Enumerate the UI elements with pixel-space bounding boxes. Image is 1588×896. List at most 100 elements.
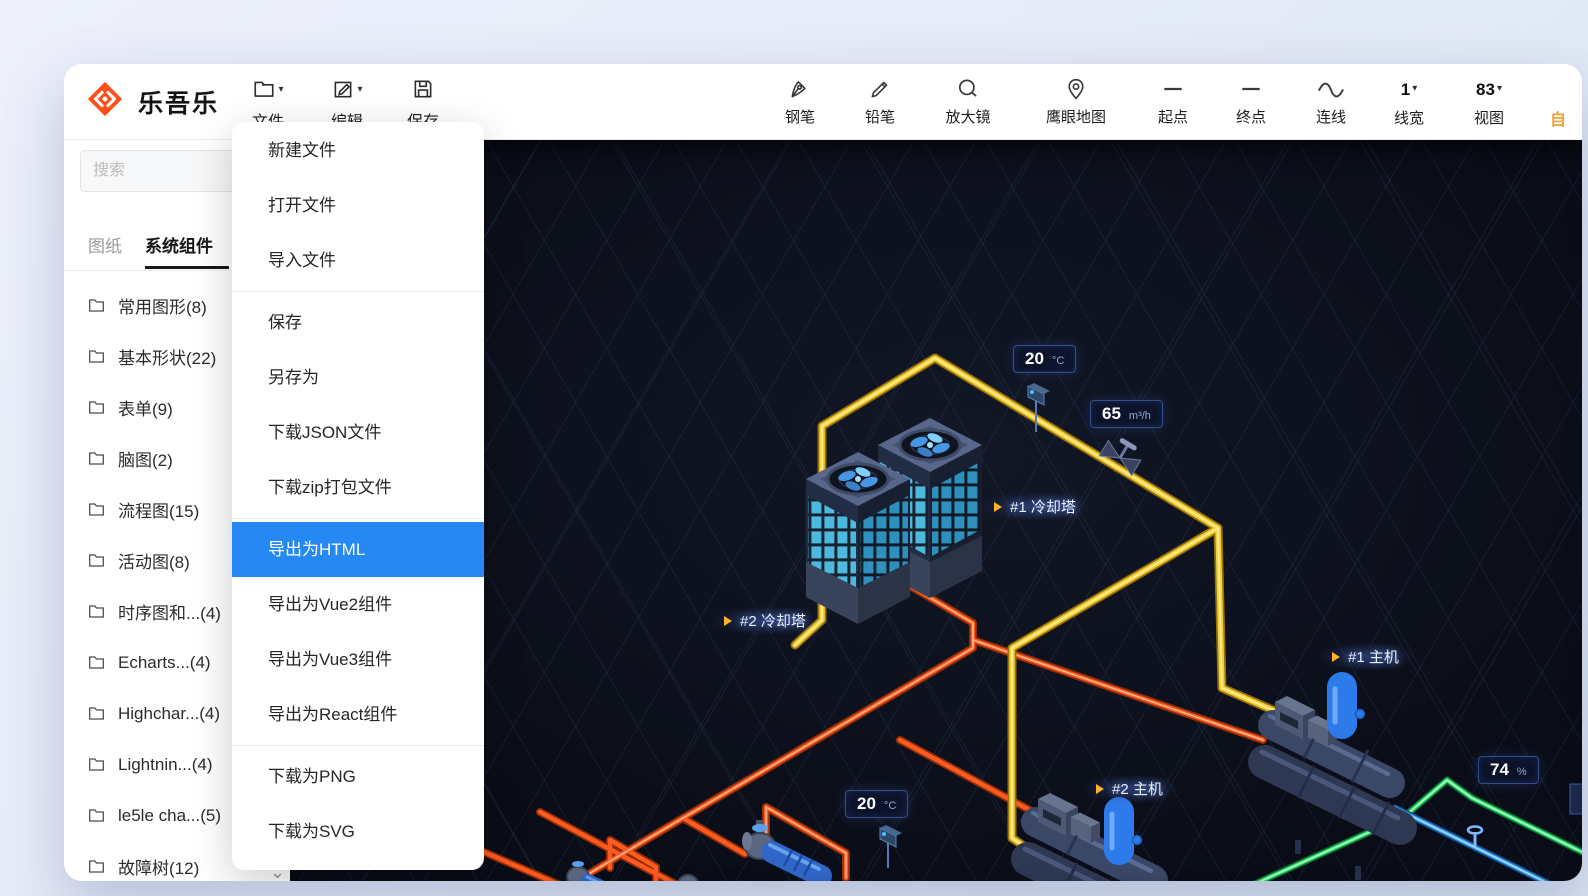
chip-unit: °C: [884, 800, 896, 812]
edit-icon: ▾: [331, 74, 362, 104]
folder-icon: [88, 655, 105, 670]
tool-view[interactable]: 83▾ 视图: [1474, 74, 1504, 128]
tab-underline: [145, 266, 229, 269]
menu-item-open-file[interactable]: 打开文件: [232, 178, 484, 233]
menu-item-import-file[interactable]: 导入文件: [232, 233, 484, 288]
dash-icon: [1236, 74, 1266, 104]
menu-item-save[interactable]: 保存: [232, 295, 484, 350]
tool-view-label: 视图: [1474, 107, 1504, 128]
tool-line-width[interactable]: 1▾ 线宽: [1394, 74, 1424, 128]
tag-label: #2 主机: [1112, 778, 1163, 799]
brand-name: 乐吾乐: [138, 84, 219, 120]
sensor-temperature-2[interactable]: [880, 825, 902, 868]
tool-start-point[interactable]: 起点: [1158, 74, 1188, 127]
folder-icon: [88, 808, 105, 823]
tool-minimap-label: 鹰眼地图: [1046, 106, 1106, 127]
tool-connect-label: 连线: [1316, 106, 1346, 127]
tool-line-width-label: 线宽: [1394, 107, 1424, 128]
folder-icon: [88, 400, 105, 415]
category-label: 常用图形(8): [118, 293, 207, 318]
menu-item-export-html[interactable]: 导出为HTML: [232, 522, 484, 577]
menu-item-download-png[interactable]: 下载为PNG: [232, 749, 484, 804]
menu-item-download-json[interactable]: 下载JSON文件: [232, 405, 484, 460]
tool-pencil-label: 铅笔: [865, 106, 895, 127]
chip-unit: m³/h: [1129, 410, 1151, 422]
tool-pen-label: 钢笔: [785, 106, 815, 127]
tag-label: #2 冷却塔: [740, 610, 806, 631]
wave-icon: [1316, 74, 1346, 104]
tab-system-components[interactable]: 系统组件: [145, 232, 213, 257]
tool-start-label: 起点: [1158, 106, 1188, 127]
category-label: 故障树(12): [118, 854, 199, 879]
menu-item-download-zip[interactable]: 下载zip打包文件: [232, 460, 484, 515]
chip-value: 74: [1490, 760, 1509, 780]
triangle-icon: [1096, 784, 1104, 794]
chiller-2[interactable]: [1025, 793, 1163, 881]
tag-cooling-tower-2[interactable]: #2 冷却塔: [708, 606, 822, 635]
folder-icon: ▾: [252, 74, 283, 104]
tag-chiller-2[interactable]: #2 主机: [1080, 774, 1179, 803]
temp-chip-2[interactable]: 20 °C: [845, 790, 908, 818]
pencil-icon: [865, 74, 895, 104]
triangle-icon: [1332, 652, 1340, 662]
tool-end-point[interactable]: 终点: [1236, 74, 1266, 127]
chip-value: 65: [1102, 404, 1121, 424]
brand[interactable]: 乐吾乐: [86, 80, 219, 123]
tag-label: #1 主机: [1348, 646, 1399, 667]
tool-end-label: 终点: [1236, 106, 1266, 127]
view-count-value: 83: [1476, 80, 1495, 99]
percent-chip[interactable]: 74 %: [1478, 756, 1539, 784]
category-label: 流程图(15): [118, 497, 199, 522]
menu-divider: [232, 291, 484, 292]
folder-icon: [88, 502, 105, 517]
auto-save-indicator[interactable]: 自: [1550, 106, 1566, 130]
category-label: 基本形状(22): [118, 344, 216, 369]
menu-item-save-as[interactable]: 另存为: [232, 350, 484, 405]
folder-icon: [88, 553, 105, 568]
edge-equipment[interactable]: [1570, 784, 1582, 814]
menu-item-export-react[interactable]: 导出为React组件: [232, 687, 484, 742]
tag-cooling-tower-1[interactable]: #1 冷却塔: [978, 492, 1092, 521]
tool-minimap[interactable]: 鹰眼地图: [1046, 74, 1106, 127]
category-label: 脑图(2): [118, 446, 173, 471]
watermark: 乐吾乐: [830, 554, 884, 574]
folder-icon: [88, 298, 105, 313]
floppy-icon: [411, 74, 435, 104]
line-width-value: 1: [1401, 80, 1410, 99]
tab-drawings[interactable]: 图纸: [88, 232, 122, 257]
tag-label: #1 冷却塔: [1010, 496, 1076, 517]
category-label: 时序图和...(4): [118, 599, 221, 624]
folder-icon: [88, 349, 105, 364]
menu-item-new-file[interactable]: 新建文件: [232, 123, 484, 178]
pipe-blue[interactable]: [1395, 808, 1582, 881]
folder-icon: [88, 604, 105, 619]
menu-item-export-vue2[interactable]: 导出为Vue2组件: [232, 577, 484, 632]
chip-value: 20: [857, 794, 876, 814]
le5le-logo-icon: [86, 80, 124, 123]
chevron-down-icon: ▾: [1497, 83, 1502, 94]
cooling-tower-2[interactable]: 乐吾乐: [806, 452, 910, 624]
folder-icon: [88, 859, 105, 874]
tag-chiller-1[interactable]: #1 主机: [1316, 642, 1415, 671]
folder-icon: [88, 451, 105, 466]
category-label: 活动图(8): [118, 548, 190, 573]
tool-magnifier[interactable]: 放大镜: [945, 74, 990, 127]
category-label: 表单(9): [118, 395, 173, 420]
category-label: Highchar...(4): [118, 704, 220, 724]
category-label: Lightnin...(4): [118, 755, 213, 775]
pen-icon: [785, 74, 815, 104]
folder-icon: [88, 706, 105, 721]
menu-item-download-svg[interactable]: 下载为SVG: [232, 804, 484, 859]
temp-chip-1[interactable]: 20 °C: [1013, 345, 1076, 373]
menu-divider: [232, 518, 484, 519]
flow-chip[interactable]: 65 m³/h: [1090, 400, 1163, 428]
chip-unit: %: [1517, 766, 1527, 778]
menu-item-export-vue3[interactable]: 导出为Vue3组件: [232, 632, 484, 687]
category-label: le5le cha...(5): [118, 806, 221, 826]
app-window: 乐吾乐 ▾ 文件 ▾ 编辑 保存: [64, 64, 1582, 881]
map-pin-icon: [1046, 74, 1106, 104]
tool-connect-line[interactable]: 连线: [1316, 74, 1346, 127]
tool-pen[interactable]: 钢笔: [785, 74, 815, 127]
pump-3[interactable]: [678, 875, 726, 881]
tool-pencil[interactable]: 铅笔: [865, 74, 895, 127]
